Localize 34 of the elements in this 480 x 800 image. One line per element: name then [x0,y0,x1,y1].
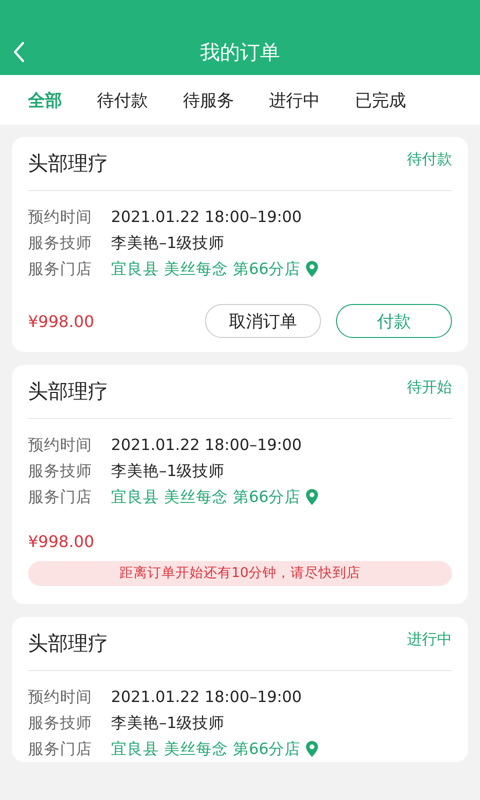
detail-value: 李美艳–1级技师 [111,712,225,734]
location-pin-icon[interactable] [306,261,318,277]
order-status: 待付款 [407,150,452,169]
detail-value: 李美艳–1级技师 [111,460,225,482]
detail-value: 2021.01.22 18:00–19:00 [111,208,302,226]
order-price: ¥998.00 [28,312,94,330]
detail-label: 预约时间 [28,686,93,708]
detail-value: 李美艳–1级技师 [111,232,225,254]
service-name: 头部理疗 [28,150,108,177]
reminder-banner: 距离订单开始还有10分钟，请尽快到店 [28,561,452,586]
service-name: 头部理疗 [28,378,108,405]
detail-value: 2021.01.22 18:00–19:00 [111,436,302,454]
detail-label: 服务门店 [28,738,93,760]
detail-label: 服务技师 [28,712,93,734]
order-tab[interactable]: 进行中 [269,88,320,112]
location-pin-icon[interactable] [306,489,318,505]
detail-value: 2021.01.22 18:00–19:00 [111,688,302,706]
detail-label: 服务门店 [28,258,93,280]
service-name: 头部理疗 [28,630,108,657]
detail-label: 服务技师 [28,460,93,482]
page-title: 我的订单 [200,39,280,65]
detail-label: 服务门店 [28,486,93,508]
detail-label: 服务技师 [28,232,93,254]
order-tab[interactable]: 已完成 [355,88,406,112]
back-icon[interactable] [13,41,25,63]
order-status: 进行中 [407,630,452,649]
order-tab[interactable]: 待服务 [183,88,234,112]
order-tab[interactable]: 待付款 [97,88,148,112]
detail-label: 预约时间 [28,434,93,456]
location-pin-icon[interactable] [306,741,318,757]
order-status: 待开始 [407,378,452,397]
order-price: ¥998.00 [28,532,94,551]
cancel-button[interactable]: 取消订单 [205,304,321,338]
detail-label: 预约时间 [28,206,93,228]
